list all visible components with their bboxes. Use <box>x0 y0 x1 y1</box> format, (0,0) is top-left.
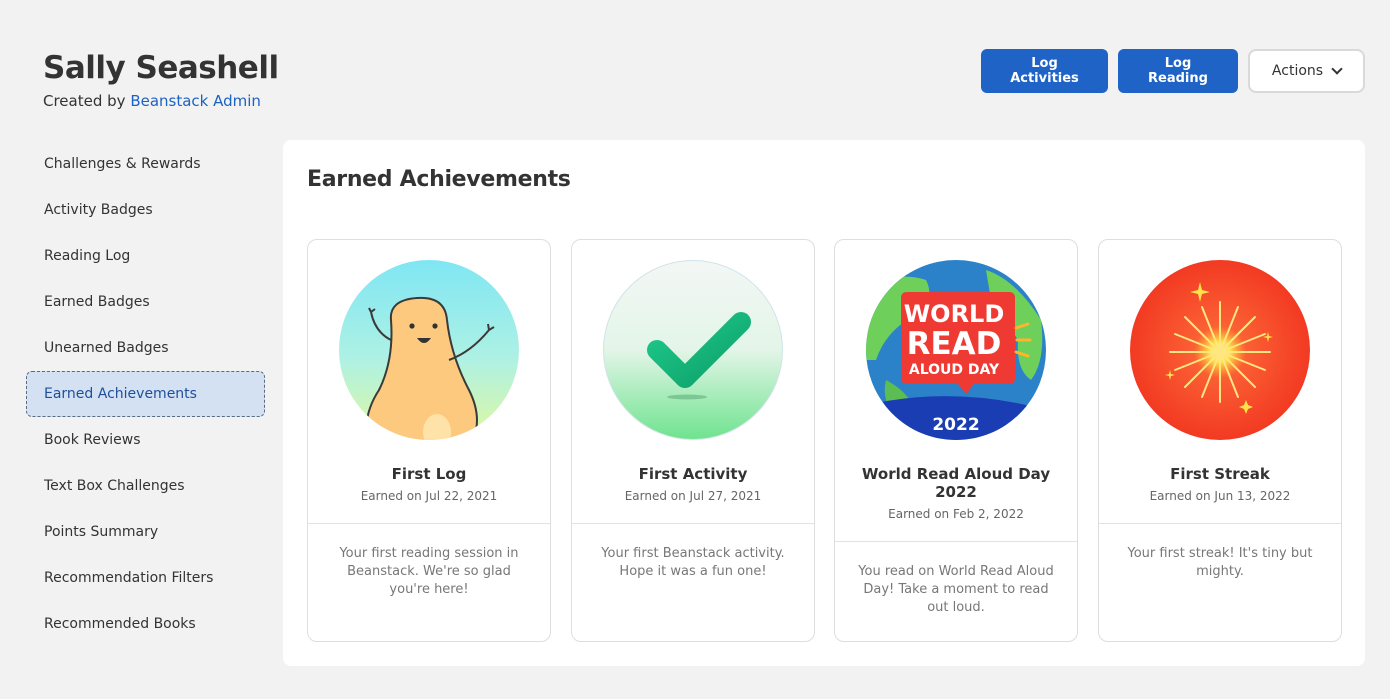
sidebar-item-recommendation-filters[interactable]: Recommendation Filters <box>26 555 265 601</box>
user-name: Sally Seashell <box>43 50 279 86</box>
log-activities-button[interactable]: Log Activities <box>981 49 1108 93</box>
achievement-date: Earned on Jun 13, 2022 <box>1149 489 1291 503</box>
achievement-date: Earned on Jul 22, 2021 <box>360 489 498 503</box>
badge-text-aloud-day: ALOUD DAY <box>909 362 1000 378</box>
actions-dropdown[interactable]: Actions <box>1248 49 1365 93</box>
sidebar: Challenges & Rewards Activity Badges Rea… <box>26 141 265 647</box>
achievements-panel: Earned Achievements First Log Earned on … <box>283 140 1365 666</box>
world-read-aloud-day-icon: WORLD READ ALOUD DAY 2022 <box>866 260 1046 440</box>
page-title: Earned Achievements <box>307 167 571 192</box>
sidebar-item-activity-badges[interactable]: Activity Badges <box>26 187 265 233</box>
bean-character-icon <box>339 260 519 440</box>
firework-icon <box>1130 260 1310 440</box>
achievement-date: Earned on Feb 2, 2022 <box>888 507 1024 521</box>
creator-link[interactable]: Beanstack Admin <box>130 92 261 110</box>
sidebar-item-challenges-rewards[interactable]: Challenges & Rewards <box>26 141 265 187</box>
achievement-description: Your first streak! It's tiny but mighty. <box>1127 546 1313 579</box>
sidebar-item-text-box-challenges[interactable]: Text Box Challenges <box>26 463 265 509</box>
profile-header: Sally Seashell Created by Beanstack Admi… <box>43 50 279 110</box>
checkmark-icon <box>603 260 783 440</box>
actions-label: Actions <box>1271 63 1324 79</box>
chevron-down-icon <box>1331 63 1343 75</box>
achievement-date: Earned on Jul 27, 2021 <box>624 489 762 503</box>
sidebar-item-earned-badges[interactable]: Earned Badges <box>26 279 265 325</box>
achievement-name: First Streak <box>1170 465 1270 483</box>
achievement-description: You read on World Read Aloud Day! Take a… <box>858 564 1054 615</box>
achievement-description: Your first reading session in Beanstack.… <box>339 546 519 597</box>
badge-text-read: READ <box>907 326 1002 362</box>
created-by-prefix: Created by <box>43 92 126 110</box>
badge-text-year: 2022 <box>932 415 979 435</box>
sidebar-item-points-summary[interactable]: Points Summary <box>26 509 265 555</box>
badge-text-world: WORLD <box>904 300 1005 328</box>
log-reading-button[interactable]: Log Reading <box>1118 49 1238 93</box>
achievement-name: First Log <box>391 465 467 483</box>
achievement-card: First Streak Earned on Jun 13, 2022 Your… <box>1098 239 1342 642</box>
achievement-card: First Log Earned on Jul 22, 2021 Your fi… <box>307 239 551 642</box>
sidebar-item-earned-achievements[interactable]: Earned Achievements <box>26 371 265 417</box>
achievement-name: First Activity <box>638 465 748 483</box>
created-by: Created by Beanstack Admin <box>43 92 279 110</box>
achievement-card: First Activity Earned on Jul 27, 2021 Yo… <box>571 239 815 642</box>
achievement-name: World Read Aloud Day 2022 <box>861 465 1051 501</box>
achievement-description: Your first Beanstack activity. Hope it w… <box>601 546 785 579</box>
top-actions: Log Activities Log Reading Actions <box>981 49 1365 93</box>
sidebar-item-unearned-badges[interactable]: Unearned Badges <box>26 325 265 371</box>
achievement-card: WORLD READ ALOUD DAY 2022 World Read Alo… <box>834 239 1078 642</box>
sidebar-item-book-reviews[interactable]: Book Reviews <box>26 417 265 463</box>
sidebar-item-recommended-books[interactable]: Recommended Books <box>26 601 265 647</box>
sidebar-item-reading-log[interactable]: Reading Log <box>26 233 265 279</box>
